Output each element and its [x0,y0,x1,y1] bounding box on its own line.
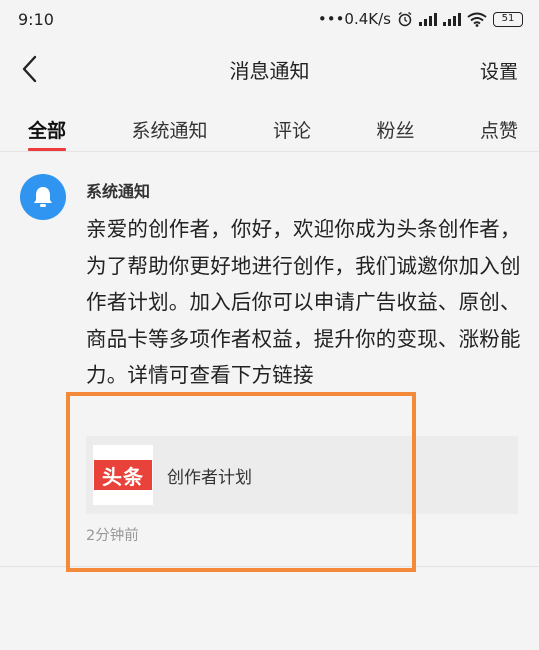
tab-fans[interactable]: 粉丝 [376,100,414,151]
status-bar: 9:10 •••0.4K/s 51 [0,0,539,38]
link-card-label: 创作者计划 [167,467,252,488]
message-sender: 系统通知 [86,182,151,201]
alarm-clock-icon [398,11,412,27]
wifi-icon [467,12,487,27]
cell-signal-hd-icon [419,12,437,26]
status-time: 9:10 [18,9,54,29]
battery-indicator: 51 [493,11,523,27]
message-body: 亲爱的创作者，你好，欢迎你成为头条创作者，为了帮助你更好地进行创作，我们诚邀你加… [86,217,521,387]
page-title: 消息通知 [229,58,310,83]
tab-bar: 全部 系统通知 评论 粉丝 点赞 [0,100,539,152]
divider [0,566,539,567]
back-arrow-icon[interactable] [18,54,42,84]
message-timestamp: 2分钟前 [86,528,139,544]
tab-all[interactable]: 全部 [28,100,67,151]
settings-button[interactable]: 设置 [480,57,518,84]
cell-signal-icon [443,12,461,26]
toutiao-logo: 头条 [93,445,153,505]
tab-comments[interactable]: 评论 [273,100,311,151]
bell-icon [34,187,52,207]
toutiao-logo-text: 头条 [94,460,152,490]
status-icons: •••0.4K/s 51 [318,10,523,28]
tab-system-notifications[interactable]: 系统通知 [131,100,207,151]
top-nav-bar: 消息通知 设置 [0,38,539,100]
network-speed: •••0.4K/s [317,10,391,28]
tab-likes[interactable]: 点赞 [480,100,518,151]
creator-plan-link-card[interactable]: 头条 创作者计划 [86,436,518,514]
avatar [20,174,66,220]
